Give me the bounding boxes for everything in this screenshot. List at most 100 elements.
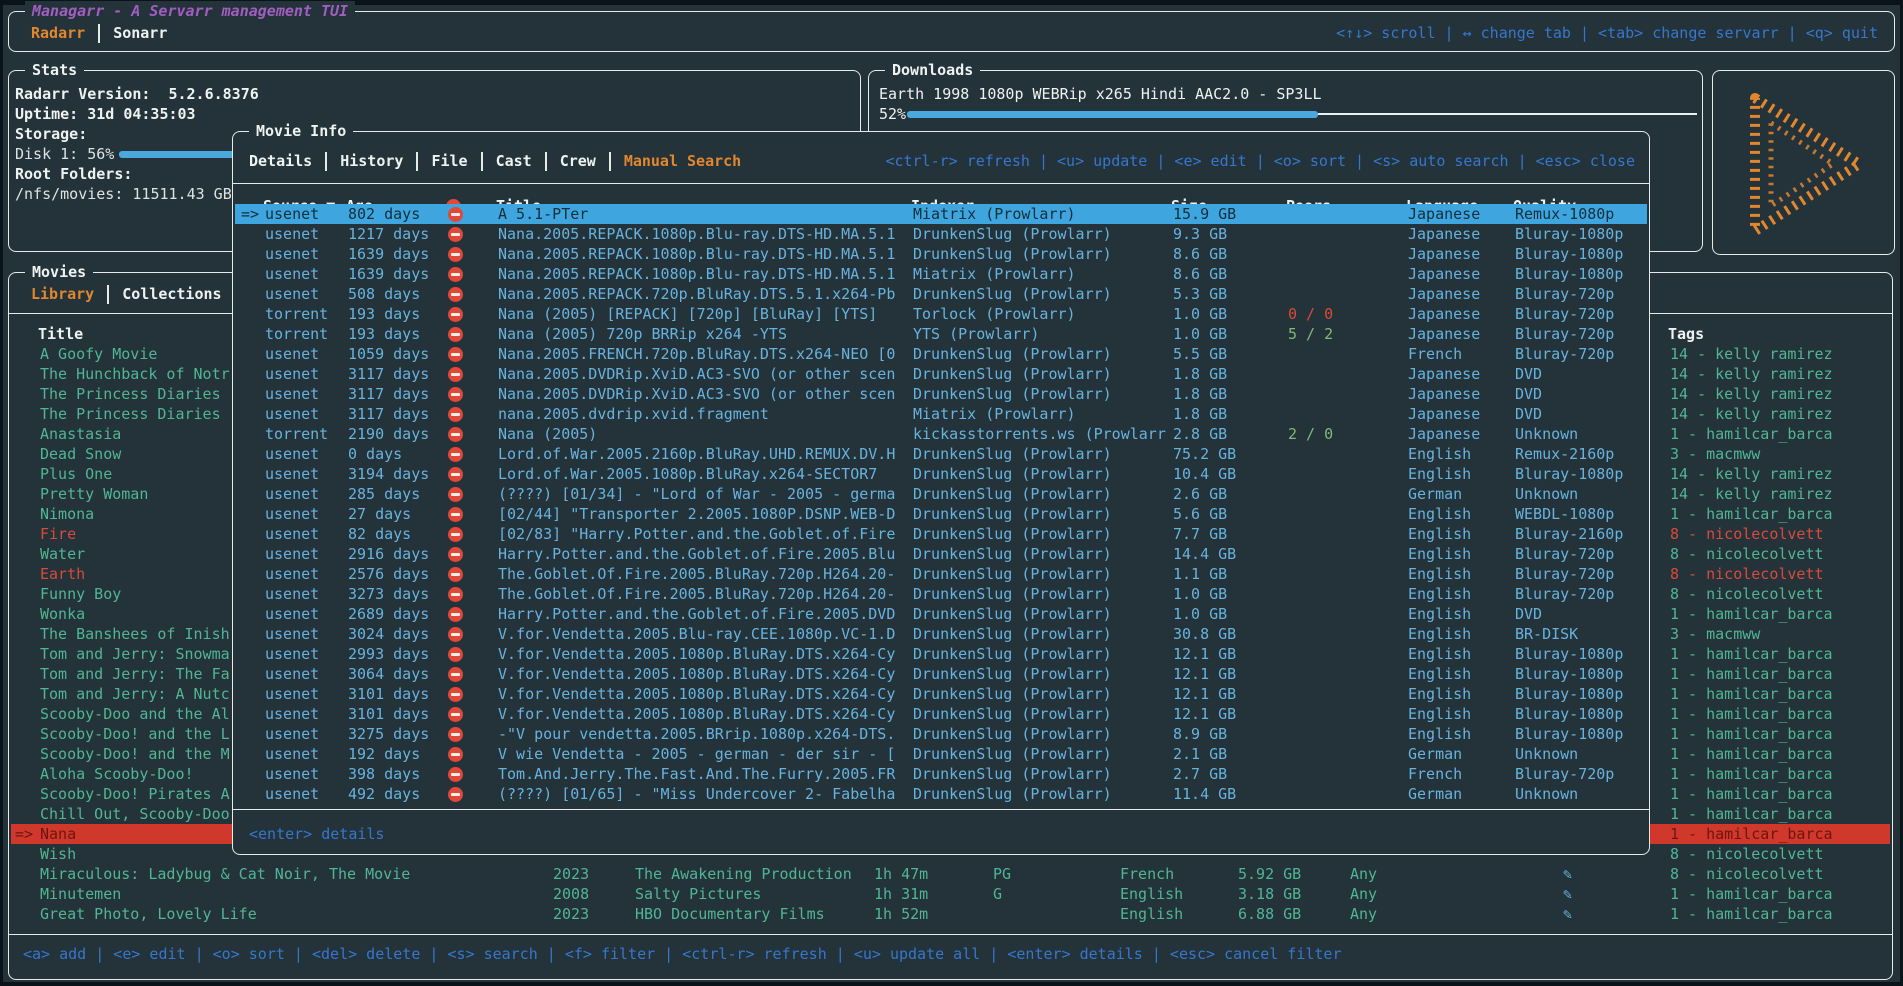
release-peers: 5 / 2: [1288, 324, 1333, 344]
release-indexer: DrunkenSlug (Prowlarr): [913, 464, 1168, 484]
release-row[interactable]: usenet 2916 days Harry.Potter.and.the.Go…: [235, 544, 1647, 564]
release-age: 193 days: [348, 324, 420, 344]
release-title: nana.2005.dvdrip.xvid.fragment: [498, 404, 908, 424]
release-size: 14.4 GB: [1173, 544, 1236, 564]
release-rejected: [448, 744, 463, 764]
release-age: 3117 days: [348, 404, 429, 424]
movie-tag: 1 - hamilcar_barca: [1670, 764, 1890, 784]
release-size: 1.0 GB: [1173, 604, 1227, 624]
release-title: Nana.2005.FRENCH.720p.BluRay.DTS.x264-NE…: [498, 344, 908, 364]
release-row[interactable]: usenet 1217 days Nana.2005.REPACK.1080p.…: [235, 224, 1647, 244]
release-title: Lord.of.War.2005.2160p.BluRay.UHD.REMUX.…: [498, 444, 908, 464]
movie-studio: HBO Documentary Films: [635, 904, 865, 924]
release-title: (????) [01/34] - "Lord of War - 2005 - g…: [498, 484, 908, 504]
release-age: 285 days: [348, 484, 420, 504]
release-age: 3194 days: [348, 464, 429, 484]
release-quality: DVD: [1515, 404, 1650, 424]
release-row[interactable]: usenet 492 days (????) [01/65] - "Miss U…: [235, 784, 1647, 804]
release-source: usenet: [265, 504, 319, 524]
release-row[interactable]: usenet 2993 days V.for.Vendetta.2005.108…: [235, 644, 1647, 664]
release-row[interactable]: usenet 3117 days Nana.2005.DVDRip.XviD.A…: [235, 384, 1647, 404]
rejection-icon: [448, 287, 463, 302]
movie-year: 2008: [553, 884, 589, 904]
release-indexer: DrunkenSlug (Prowlarr): [913, 664, 1168, 684]
release-language: English: [1408, 624, 1471, 644]
release-quality: WEBDL-1080p: [1515, 504, 1650, 524]
release-row[interactable]: usenet 2576 days The.Goblet.Of.Fire.2005…: [235, 564, 1647, 584]
release-size: 1.8 GB: [1173, 364, 1227, 384]
release-source: usenet: [265, 584, 319, 604]
release-row[interactable]: torrent 2190 days Nana (2005) kickasstor…: [235, 424, 1647, 444]
release-row[interactable]: torrent 193 days Nana (2005) 720p BRRip …: [235, 324, 1647, 344]
release-row[interactable]: usenet 2689 days Harry.Potter.and.the.Go…: [235, 604, 1647, 624]
release-indexer: DrunkenSlug (Prowlarr): [913, 644, 1168, 664]
release-row[interactable]: usenet 3275 days -"V pour vendetta.2005.…: [235, 724, 1647, 744]
release-language: English: [1408, 644, 1471, 664]
movie-title: Miraculous: Ladybug & Cat Noir, The Movi…: [40, 864, 545, 884]
release-age: 3064 days: [348, 664, 429, 684]
release-source: usenet: [265, 644, 319, 664]
release-row[interactable]: usenet 192 days V wie Vendetta - 2005 - …: [235, 744, 1647, 764]
release-row[interactable]: usenet 27 days [02/44] "Transporter 2.20…: [235, 504, 1647, 524]
release-row[interactable]: usenet 508 days Nana.2005.REPACK.720p.Bl…: [235, 284, 1647, 304]
movie-tag: 8 - nicolecolvett: [1670, 564, 1890, 584]
movie-runtime: 1h 52m: [874, 904, 928, 924]
release-source: usenet: [265, 244, 319, 264]
release-row[interactable]: usenet 3101 days V.for.Vendetta.2005.108…: [235, 704, 1647, 724]
release-row[interactable]: usenet 3194 days Lord.of.War.2005.1080p.…: [235, 464, 1647, 484]
movie-tag: 8 - nicolecolvett: [1670, 584, 1890, 604]
release-quality: Unknown: [1515, 744, 1650, 764]
movie-tag: 8 - nicolecolvett: [1670, 544, 1890, 564]
release-row[interactable]: usenet 3024 days V.for.Vendetta.2005.Blu…: [235, 624, 1647, 644]
release-row[interactable]: usenet 3273 days The.Goblet.Of.Fire.2005…: [235, 584, 1647, 604]
library-keybinds: <a> add | <e> edit | <o> sort | <del> de…: [23, 944, 1342, 964]
tab-radarr[interactable]: Radarr: [31, 24, 85, 42]
release-row[interactable]: usenet 1059 days Nana.2005.FRENCH.720p.B…: [235, 344, 1647, 364]
movie-tag: 14 - kelly ramirez: [1670, 484, 1890, 504]
release-row[interactable]: usenet 398 days Tom.And.Jerry.The.Fast.A…: [235, 764, 1647, 784]
release-row[interactable]: => usenet 802 days A 5.1-PTer Miatrix (P…: [235, 204, 1647, 224]
release-title: Nana.2005.REPACK.1080p.Blu-ray.DTS-HD.MA…: [498, 244, 908, 264]
release-quality: Bluray-720p: [1515, 324, 1650, 344]
top-bar: Managarr - A Servarr management TUI Rada…: [8, 11, 1895, 52]
movie-studio: Salty Pictures: [635, 884, 865, 904]
release-quality: Bluray-1080p: [1515, 664, 1650, 684]
release-row[interactable]: usenet 3117 days nana.2005.dvdrip.xvid.f…: [235, 404, 1647, 424]
release-title: Nana.2005.DVDRip.XviD.AC3-SVO (or other …: [498, 384, 908, 404]
release-rejected: [448, 324, 463, 344]
movie-row[interactable]: Minutemen 2008 Salty Pictures 1h 31m G E…: [11, 884, 1890, 904]
release-row[interactable]: usenet 3101 days V.for.Vendetta.2005.108…: [235, 684, 1647, 704]
release-indexer: DrunkenSlug (Prowlarr): [913, 744, 1168, 764]
movie-row[interactable]: Great Photo, Lovely Life 2023 HBO Docume…: [11, 904, 1890, 924]
release-rejected: [448, 284, 463, 304]
release-language: Japanese: [1408, 384, 1480, 404]
release-row[interactable]: usenet 0 days Lord.of.War.2005.2160p.Blu…: [235, 444, 1647, 464]
release-indexer: kickasstorrents.ws (Prowlarr: [913, 424, 1168, 444]
rejection-icon: [448, 507, 463, 522]
release-source: usenet: [265, 484, 319, 504]
rejection-icon: [448, 747, 463, 762]
movie-tag: 1 - hamilcar_barca: [1670, 504, 1890, 524]
release-row[interactable]: usenet 3064 days V.for.Vendetta.2005.108…: [235, 664, 1647, 684]
release-age: 2689 days: [348, 604, 429, 624]
release-row[interactable]: usenet 82 days [02/83] "Harry.Potter.and…: [235, 524, 1647, 544]
release-title: [02/44] "Transporter 2.2005.1080P.DSNP.W…: [498, 504, 908, 524]
release-size: 15.9 GB: [1173, 204, 1236, 224]
rejection-icon: [448, 407, 463, 422]
release-age: 3101 days: [348, 684, 429, 704]
release-size: 12.1 GB: [1173, 664, 1236, 684]
release-size: 7.7 GB: [1173, 524, 1227, 544]
release-row[interactable]: usenet 3117 days Nana.2005.DVDRip.XviD.A…: [235, 364, 1647, 384]
tab-sonarr[interactable]: Sonarr: [113, 24, 167, 42]
release-row[interactable]: usenet 1639 days Nana.2005.REPACK.1080p.…: [235, 264, 1647, 284]
release-indexer: DrunkenSlug (Prowlarr): [913, 704, 1168, 724]
release-row[interactable]: usenet 285 days (????) [01/34] - "Lord o…: [235, 484, 1647, 504]
storage-label: Storage:: [15, 124, 87, 144]
release-language: Japanese: [1408, 424, 1480, 444]
release-rejected: [448, 224, 463, 244]
release-row[interactable]: usenet 1639 days Nana.2005.REPACK.1080p.…: [235, 244, 1647, 264]
release-row[interactable]: torrent 193 days Nana (2005) [REPACK] [7…: [235, 304, 1647, 324]
movie-row[interactable]: Miraculous: Ladybug & Cat Noir, The Movi…: [11, 864, 1890, 884]
release-quality: Bluray-1080p: [1515, 644, 1650, 664]
release-title: Lord.of.War.2005.1080p.BluRay.x264-SECTO…: [498, 464, 908, 484]
